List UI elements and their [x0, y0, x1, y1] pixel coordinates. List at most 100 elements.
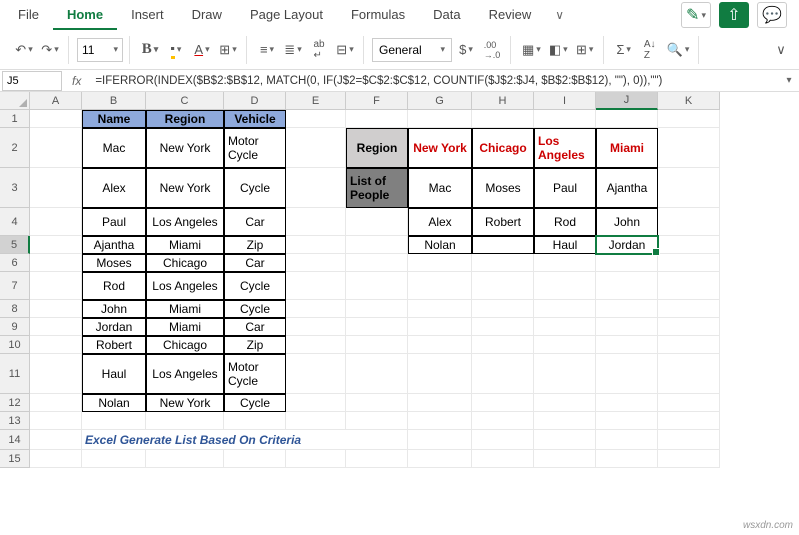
cell-G13[interactable]: [408, 412, 472, 430]
cell-K14[interactable]: [658, 430, 720, 450]
cell-E8[interactable]: [286, 300, 346, 318]
cell-K8[interactable]: [658, 300, 720, 318]
cell-B1[interactable]: Name: [82, 110, 146, 128]
cell-A15[interactable]: [30, 450, 82, 468]
cell-B4[interactable]: Paul: [82, 208, 146, 236]
cell-G10[interactable]: [408, 336, 472, 354]
tab-page-layout[interactable]: Page Layout: [236, 0, 337, 30]
cell-D1[interactable]: Vehicle: [224, 110, 286, 128]
cell-G1[interactable]: [408, 110, 472, 128]
row-header-8[interactable]: 8: [0, 300, 30, 318]
cell-F12[interactable]: [346, 394, 408, 412]
cell-K15[interactable]: [658, 450, 720, 468]
cell-E1[interactable]: [286, 110, 346, 128]
cell-C2[interactable]: New York: [146, 128, 224, 168]
cell-C15[interactable]: [146, 450, 224, 468]
align-center-button[interactable]: ≡▾: [255, 37, 279, 63]
cell-C4[interactable]: Los Angeles: [146, 208, 224, 236]
cell-B6[interactable]: Moses: [82, 254, 146, 272]
number-format-select[interactable]: General▾: [372, 38, 452, 62]
cell-A9[interactable]: [30, 318, 82, 336]
cell-A5[interactable]: [30, 236, 82, 254]
cell-C12[interactable]: New York: [146, 394, 224, 412]
merge-button[interactable]: ⊟▾: [333, 37, 357, 63]
cell-F4[interactable]: [346, 208, 408, 236]
cell-I6[interactable]: [534, 254, 596, 272]
cell-J11[interactable]: [596, 354, 658, 394]
cell-A1[interactable]: [30, 110, 82, 128]
cell-E12[interactable]: [286, 394, 346, 412]
col-header-D[interactable]: D: [224, 92, 286, 110]
cell-D3[interactable]: Cycle: [224, 168, 286, 208]
row-header-11[interactable]: 11: [0, 354, 30, 394]
cell-B5[interactable]: Ajantha: [82, 236, 146, 254]
row-header-14[interactable]: 14: [0, 430, 30, 450]
cell-I3[interactable]: Paul: [534, 168, 596, 208]
cell-F15[interactable]: [346, 450, 408, 468]
cell-F3[interactable]: List of People: [346, 168, 408, 208]
cell-D6[interactable]: Car: [224, 254, 286, 272]
cell-B11[interactable]: Haul: [82, 354, 146, 394]
cell-styles-button[interactable]: ◧▾: [546, 37, 571, 63]
cell-B3[interactable]: Alex: [82, 168, 146, 208]
cell-I4[interactable]: Rod: [534, 208, 596, 236]
cell-H2[interactable]: Chicago: [472, 128, 534, 168]
cell-B9[interactable]: Jordan: [82, 318, 146, 336]
cell-C3[interactable]: New York: [146, 168, 224, 208]
cell-J5[interactable]: Jordan: [596, 236, 658, 254]
cell-K12[interactable]: [658, 394, 720, 412]
cell-I5[interactable]: Haul: [534, 236, 596, 254]
cell-H8[interactable]: [472, 300, 534, 318]
tab-insert[interactable]: Insert: [117, 0, 178, 30]
cell-E5[interactable]: [286, 236, 346, 254]
col-header-B[interactable]: B: [82, 92, 146, 110]
cell-F10[interactable]: [346, 336, 408, 354]
cell-E4[interactable]: [286, 208, 346, 236]
cell-A13[interactable]: [30, 412, 82, 430]
cell-K2[interactable]: [658, 128, 720, 168]
find-button[interactable]: 🔍▾: [664, 37, 693, 63]
cell-H13[interactable]: [472, 412, 534, 430]
cell-A6[interactable]: [30, 254, 82, 272]
cell-D7[interactable]: Cycle: [224, 272, 286, 300]
ribbon-options[interactable]: ∨: [769, 37, 793, 63]
align-middle-button[interactable]: ≣▾: [281, 37, 305, 63]
editing-mode-button[interactable]: ✎▾: [681, 2, 711, 28]
col-header-A[interactable]: A: [30, 92, 82, 110]
cell-A2[interactable]: [30, 128, 82, 168]
row-header-2[interactable]: 2: [0, 128, 30, 168]
select-all-corner[interactable]: [0, 92, 30, 110]
cell-B8[interactable]: John: [82, 300, 146, 318]
col-header-J[interactable]: J: [596, 92, 658, 110]
cell-B12[interactable]: Nolan: [82, 394, 146, 412]
fx-label[interactable]: fx: [62, 74, 91, 88]
cell-H15[interactable]: [472, 450, 534, 468]
col-header-G[interactable]: G: [408, 92, 472, 110]
cell-K6[interactable]: [658, 254, 720, 272]
tab-data[interactable]: Data: [419, 0, 474, 30]
cell-F11[interactable]: [346, 354, 408, 394]
wrap-text-button[interactable]: ab↵: [307, 37, 331, 63]
cell-A7[interactable]: [30, 272, 82, 300]
cell-G5[interactable]: Nolan: [408, 236, 472, 254]
cell-G8[interactable]: [408, 300, 472, 318]
cell-H1[interactable]: [472, 110, 534, 128]
cell-D8[interactable]: Cycle: [224, 300, 286, 318]
row-header-12[interactable]: 12: [0, 394, 30, 412]
tab-formulas[interactable]: Formulas: [337, 0, 419, 30]
cell-J12[interactable]: [596, 394, 658, 412]
cell-C10[interactable]: Chicago: [146, 336, 224, 354]
cell-F1[interactable]: [346, 110, 408, 128]
cell-D9[interactable]: Car: [224, 318, 286, 336]
currency-button[interactable]: $▾: [454, 37, 478, 63]
formula-expand[interactable]: ▾: [779, 75, 799, 86]
cell-K11[interactable]: [658, 354, 720, 394]
cell-E9[interactable]: [286, 318, 346, 336]
tab-draw[interactable]: Draw: [178, 0, 236, 30]
insert-cells-button[interactable]: ⊞▾: [573, 37, 597, 63]
decimal-button[interactable]: .00→.0: [480, 37, 504, 63]
cell-F9[interactable]: [346, 318, 408, 336]
cell-D11[interactable]: Motor Cycle: [224, 354, 286, 394]
cell-G2[interactable]: New York: [408, 128, 472, 168]
caption-cell[interactable]: Excel Generate List Based On Criteria: [82, 430, 408, 450]
